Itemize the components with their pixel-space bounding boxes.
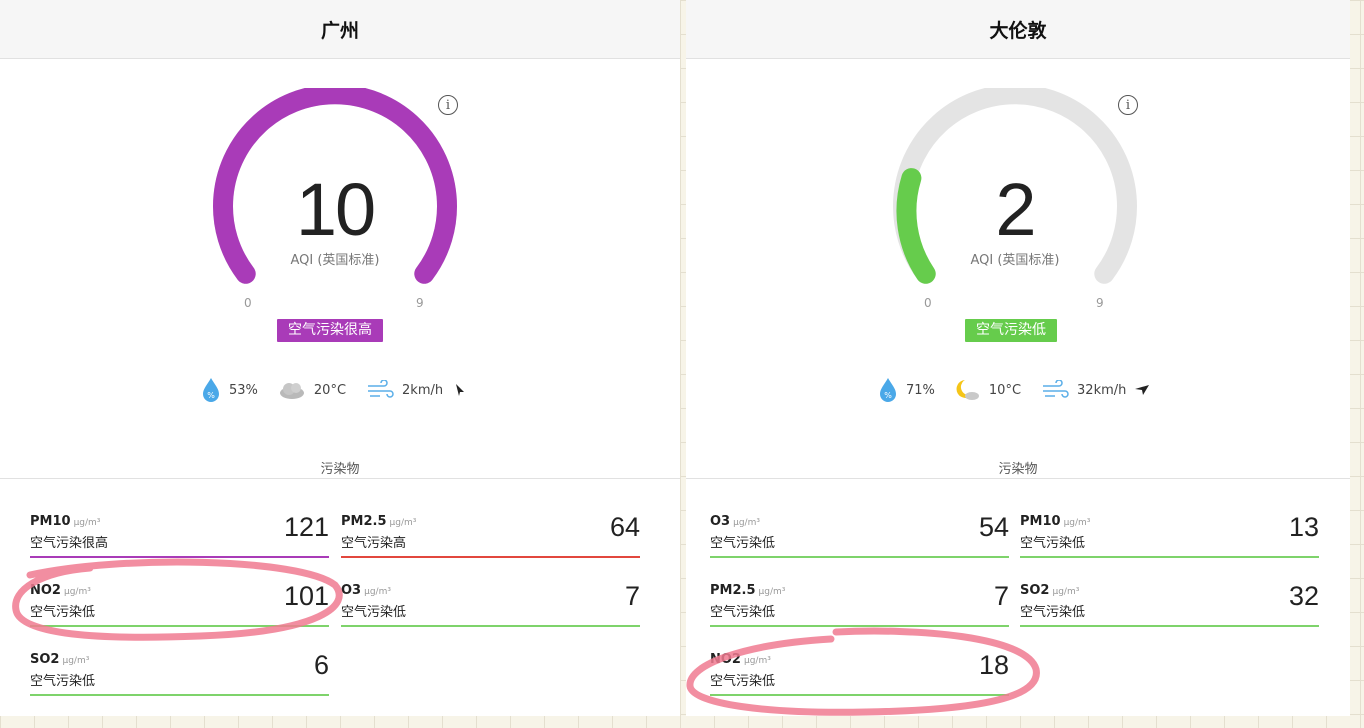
pollutant-card-no2[interactable]: NO2 μg/m³ 空气污染低 101 (30, 581, 329, 627)
pollutant-level: 空气污染高 (341, 536, 407, 551)
svg-text:%: % (884, 391, 892, 400)
humidity-value: 53% (229, 382, 258, 398)
scale-max: 9 (1096, 296, 1104, 310)
pollutant-level: 空气污染低 (341, 605, 407, 620)
pollutant-name: NO2 (30, 583, 61, 598)
wind-value: 32km/h (1077, 382, 1127, 398)
pollutant-level: 空气污染低 (30, 605, 96, 620)
pollutant-card-pm10[interactable]: PM10 μg/m³ 空气污染很高 121 (30, 512, 329, 558)
wind-value: 2km/h (402, 382, 444, 398)
pollutant-unit: μg/m³ (364, 587, 391, 597)
pollutants-title: 污染物 (320, 462, 360, 477)
city-panel-greater-london: 大伦敦 i 2 AQI (英国标准) 0 9 空气污染低 % 71% 10°C (686, 0, 1350, 716)
pollutant-value: 7 (624, 581, 640, 611)
wind-direction-icon (456, 384, 465, 396)
scale-min: 0 (244, 296, 252, 310)
pollutant-value: 101 (283, 581, 329, 611)
humidity-icon: % (203, 378, 219, 402)
pollutant-name: NO2 (710, 652, 741, 667)
weather-row: % 71% 10°C 32km/h (878, 375, 1170, 405)
pollutant-name: O3 (710, 514, 731, 529)
wind-direction-icon (1135, 385, 1150, 395)
cloudy-icon (279, 383, 304, 399)
wind-icon (368, 380, 394, 398)
humidity-value: 71% (906, 382, 935, 398)
divider (0, 478, 680, 479)
pollutant-unit: μg/m³ (62, 656, 90, 666)
pollutant-level: 空气污染低 (710, 674, 776, 689)
pollutant-card-no2[interactable]: NO2 μg/m³ 空气污染低 18 (710, 650, 1009, 696)
city-title: 广州 (0, 0, 680, 59)
pollutant-level: 空气污染低 (1020, 536, 1086, 551)
pollutant-unit: μg/m³ (743, 656, 771, 666)
pollutant-level: 空气污染很高 (30, 536, 109, 551)
pollutant-level: 空气污染低 (30, 674, 96, 689)
scale-max: 9 (416, 296, 424, 310)
pollutant-name: SO2 (30, 652, 60, 667)
pollutant-unit: μg/m³ (733, 518, 760, 528)
humidity-icon: % (880, 378, 896, 402)
pollutant-unit: μg/m³ (758, 587, 786, 597)
temperature-value: 10°C (988, 382, 1022, 398)
pollutant-card-o3[interactable]: O3 μg/m³ 空气污染低 7 (341, 581, 640, 627)
pollutant-value: 6 (313, 650, 329, 680)
pollutant-unit: μg/m³ (63, 587, 91, 597)
pollutant-name: PM2.5 (710, 583, 756, 598)
pollutant-card-o3[interactable]: O3 μg/m³ 空气污染低 54 (710, 512, 1009, 558)
pollutant-name: SO2 (1020, 583, 1050, 598)
pollutant-value: 64 (609, 512, 640, 542)
pollutants-title: 污染物 (998, 462, 1038, 477)
pollutant-value: 13 (1288, 512, 1319, 542)
aqi-label: AQI (英国标准) (290, 253, 380, 268)
pollutant-unit: μg/m³ (1052, 587, 1080, 597)
pollutant-unit: μg/m³ (1063, 518, 1091, 528)
pollutant-level: 空气污染低 (710, 536, 776, 551)
pollutant-name: PM10 (1020, 514, 1061, 529)
wind-icon (1043, 380, 1069, 398)
temperature-value: 20°C (313, 382, 347, 398)
pollutant-card-pm10[interactable]: PM10 μg/m³ 空气污染低 13 (1020, 512, 1319, 558)
svg-text:%: % (207, 391, 215, 400)
pollutant-level: 空气污染低 (1020, 605, 1086, 620)
aqi-level-badge: 空气污染低 (965, 319, 1057, 342)
pollutant-level: 空气污染低 (710, 605, 776, 620)
aqi-level-badge: 空气污染很高 (277, 319, 383, 342)
aqi-value: 2 (995, 168, 1036, 251)
weather-row: % 53% 20°C 2km/h (201, 375, 487, 405)
pollutant-card-pm25[interactable]: PM2.5 μg/m³ 空气污染高 64 (341, 512, 640, 558)
pollutant-name: PM2.5 (341, 514, 387, 529)
moon-cloud-icon (956, 380, 979, 400)
scale-min: 0 (924, 296, 932, 310)
pollutant-unit: μg/m³ (389, 518, 417, 528)
pollutant-value: 18 (978, 650, 1009, 680)
pollutant-value: 54 (978, 512, 1009, 542)
aqi-value: 10 (295, 168, 376, 251)
aqi-label: AQI (英国标准) (970, 253, 1060, 268)
pollutant-name: PM10 (30, 514, 71, 529)
pollutant-card-pm25[interactable]: PM2.5 μg/m³ 空气污染低 7 (710, 581, 1009, 627)
pollutant-value: 121 (283, 512, 329, 542)
pollutant-card-so2[interactable]: SO2 μg/m³ 空气污染低 6 (30, 650, 329, 696)
divider (686, 478, 1350, 479)
pollutant-value: 7 (993, 581, 1009, 611)
pollutant-card-so2[interactable]: SO2 μg/m³ 空气污染低 32 (1020, 581, 1319, 627)
pollutant-name: O3 (341, 583, 362, 598)
pollutant-value: 32 (1288, 581, 1319, 611)
city-panel-guangzhou: 广州 i 10 AQI (英国标准) 0 9 空气污染很高 % 53% 20°C (0, 0, 680, 716)
pollutant-unit: μg/m³ (73, 518, 101, 528)
city-title: 大伦敦 (686, 0, 1350, 59)
